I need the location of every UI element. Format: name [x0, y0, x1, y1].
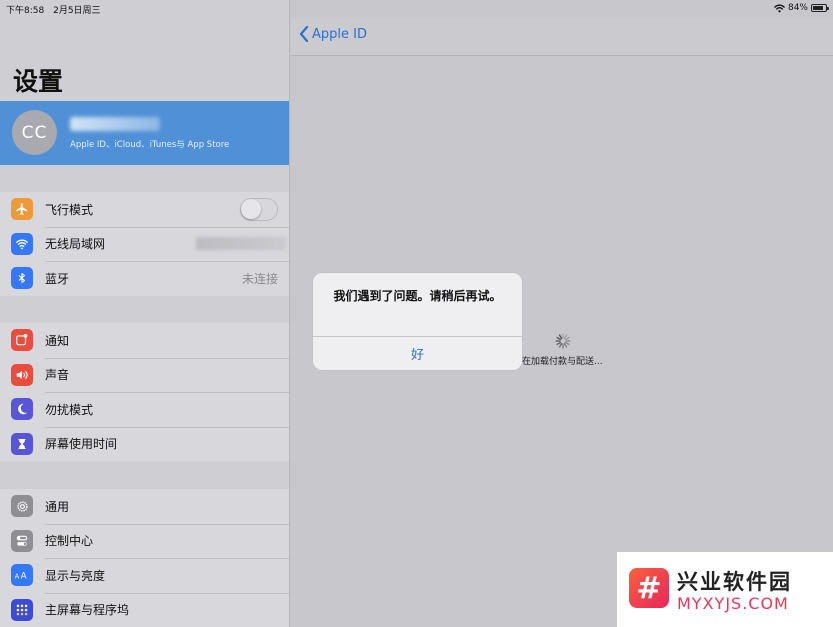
sidebar-item-label: 声音 [45, 368, 70, 383]
profile-subtitle: Apple ID、iCloud、iTunes与 App Store [70, 140, 230, 150]
loading-text: 在加载付款与配送... [522, 357, 603, 367]
status-indicators: 84% [774, 3, 829, 13]
settings-group-notifications: 通知 声音 勿扰模式 屏幕使用时间 [0, 323, 289, 462]
sidebar-item-label: 飞行模式 [45, 202, 94, 217]
page-title: 设置 [13, 67, 64, 96]
sidebar-item-bluetooth[interactable]: 蓝牙 未连接 [0, 261, 289, 296]
sidebar-item-label: 通用 [45, 499, 70, 514]
loading-spinner-icon [555, 333, 571, 349]
sidebar-item-label: 显示与亮度 [45, 568, 106, 583]
sidebar-item-do-not-disturb[interactable]: 勿扰模式 [0, 392, 289, 427]
navigation-bar: Apple ID [291, 18, 833, 56]
alert-message: 我们遇到了问题。请稍后再试。 [333, 289, 502, 303]
sidebar-item-label: 控制中心 [45, 534, 94, 549]
sidebar-item-general[interactable]: 通用 [0, 489, 289, 524]
sidebar-item-notifications[interactable]: 通知 [0, 323, 289, 358]
wifi-status-icon [774, 4, 785, 12]
back-button-label: Apple ID [312, 26, 367, 42]
control-center-icon [11, 529, 33, 552]
avatar: CC [12, 110, 57, 155]
watermark: # 兴业软件园 MYXYJS.COM [617, 552, 833, 627]
sidebar-item-control-center[interactable]: 控制中心 [0, 523, 289, 559]
svg-text:A: A [21, 572, 27, 582]
notifications-icon [11, 329, 33, 352]
gear-icon [11, 495, 33, 518]
status-time: 下午8:58 [6, 6, 45, 16]
sidebar-item-airplane-mode[interactable]: 飞行模式 [0, 192, 289, 227]
watermark-title: 兴业软件园 [677, 570, 792, 594]
settings-sidebar: 设置 CC Apple ID、iCloud、iTunes与 App Store … [0, 0, 290, 627]
watermark-url: MYXYJS.COM [677, 594, 789, 613]
battery-icon [811, 4, 829, 12]
sidebar-item-display-brightness[interactable]: AA 显示与亮度 [0, 558, 289, 593]
bluetooth-icon [11, 267, 33, 290]
status-date: 2月5日周三 [53, 6, 101, 16]
sidebar-item-wifi[interactable]: 无线局域网 [0, 226, 289, 262]
settings-group-general: 通用 控制中心 AA 显示与亮度 主屏幕与程序坞 [0, 489, 289, 627]
battery-level [813, 6, 824, 10]
alert-ok-button[interactable]: 好 [313, 337, 522, 370]
sidebar-item-screen-time[interactable]: 屏幕使用时间 [0, 426, 289, 462]
sound-icon [11, 363, 33, 386]
error-alert-dialog: 我们遇到了问题。请稍后再试。 好 [313, 273, 522, 370]
wifi-icon [11, 232, 33, 255]
status-time-date: 下午8:58 2月5日周三 [6, 3, 101, 16]
display-icon: AA [11, 564, 33, 587]
airplane-mode-toggle[interactable] [240, 197, 278, 221]
watermark-logo-icon: # [629, 568, 669, 608]
sidebar-item-sounds[interactable]: 声音 [0, 357, 289, 393]
sidebar-item-label: 蓝牙 [45, 271, 70, 286]
hourglass-icon [11, 432, 33, 455]
apple-id-profile-row[interactable]: CC Apple ID、iCloud、iTunes与 App Store [0, 101, 289, 165]
home-screen-icon [11, 598, 33, 621]
profile-name-redacted [70, 117, 160, 131]
sidebar-item-label: 通知 [45, 333, 70, 348]
svg-text:A: A [15, 573, 20, 581]
sidebar-item-home-screen-dock[interactable]: 主屏幕与程序坞 [0, 592, 289, 627]
moon-icon [11, 398, 33, 421]
bluetooth-status: 未连接 [241, 271, 278, 286]
battery-percentage: 84% [787, 3, 808, 13]
chevron-left-icon [299, 26, 309, 42]
sidebar-item-label: 无线局域网 [45, 237, 106, 252]
wifi-network-name-redacted [196, 237, 286, 251]
settings-group-connectivity: 飞行模式 无线局域网 蓝牙 未连接 [0, 192, 289, 296]
sidebar-item-label: 主屏幕与程序坞 [45, 603, 130, 618]
back-button[interactable]: Apple ID [299, 26, 367, 42]
status-bar: 下午8:58 2月5日周三 84% [0, 0, 833, 18]
airplane-icon [11, 198, 33, 221]
sidebar-item-label: 勿扰模式 [45, 402, 94, 417]
sidebar-item-label: 屏幕使用时间 [45, 437, 118, 452]
